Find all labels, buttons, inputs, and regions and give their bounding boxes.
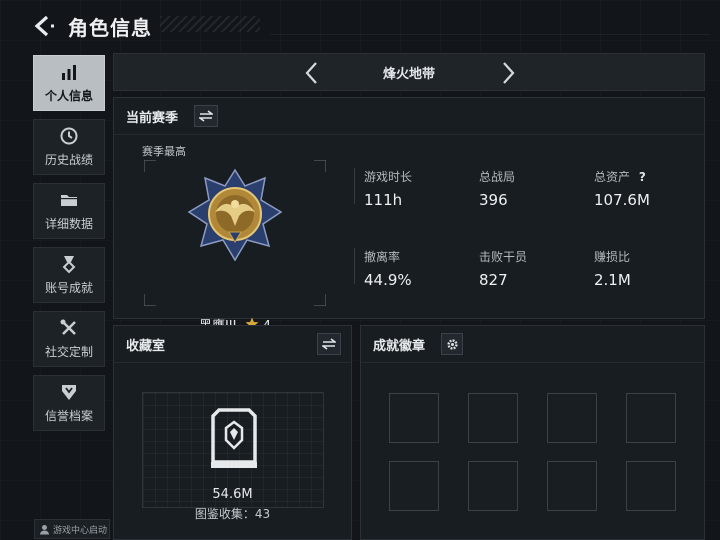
badge-slot[interactable] (468, 393, 518, 443)
tools-icon (60, 319, 76, 335)
divider (114, 362, 351, 363)
badge-slot[interactable] (547, 461, 597, 511)
stat-value: 111h (364, 191, 403, 209)
collection-title: 收藏室 (126, 339, 166, 354)
bar-chart-icon (62, 65, 76, 80)
sidebar-item-social[interactable]: 社交定制 (33, 311, 105, 367)
sidebar-item-label: 信誉档案 (44, 409, 93, 423)
stat-value: 827 (479, 271, 508, 289)
badge-slot[interactable] (547, 393, 597, 443)
sidebar-item-label: 个人信息 (44, 89, 93, 103)
stat-value: 2.1M (594, 271, 631, 289)
stat-label: 撤离率 (364, 250, 401, 264)
chevron-right-icon[interactable] (496, 60, 520, 86)
season-title: 当前赛季 (126, 111, 179, 126)
badge-slot[interactable] (626, 393, 676, 443)
stat-label: 总战局 (479, 170, 516, 184)
stat-label: 总资产 (594, 170, 631, 184)
display-case-icon (211, 408, 257, 468)
stat-label-line: 总资产 ? (594, 168, 704, 185)
stat-profit-loss-ratio: 赚损比 2.1M (594, 248, 704, 289)
sidebar-item-label: 历史战绩 (44, 153, 93, 167)
swap-collection-button[interactable] (317, 333, 341, 355)
stat-divider (354, 248, 356, 284)
stat-operators-defeated: 击败干员 827 (479, 248, 589, 289)
gear-icon (446, 338, 458, 350)
swap-season-button[interactable] (194, 105, 218, 127)
mode-selector: 烽火地带 (113, 53, 705, 91)
divider (361, 362, 704, 363)
stat-total-assets: 总资产 ? 107.6M (594, 168, 704, 209)
stat-total-matches: 总战局 396 (479, 168, 589, 209)
stat-divider (354, 168, 356, 204)
header: 角色信息 (0, 0, 720, 52)
stat-label: 游戏时长 (364, 170, 413, 184)
divider (114, 134, 704, 135)
rank-display: 黑鹰III 4 5437 (144, 160, 326, 350)
season-panel: 当前赛季 赛季最高 黑鹰III 4 543 (113, 97, 705, 350)
eagle-rank-medal-icon (187, 168, 283, 262)
header-divider (270, 34, 710, 35)
collection-count: 图鉴收集：43 (194, 507, 271, 521)
achievement-panel: 成就徽章 (360, 325, 705, 540)
stat-value: 44.9% (364, 271, 412, 289)
stat-extraction-rate: 撤离率 44.9% (364, 248, 474, 289)
stat-label: 击败干员 (479, 250, 528, 264)
stat-play-time: 游戏时长 111h (364, 168, 474, 209)
season-best-label: 赛季最高 (142, 145, 186, 158)
sidebar-item-label: 账号成就 (44, 281, 93, 295)
collection-value: 54.6M (212, 487, 253, 502)
mode-title: 烽火地带 (382, 67, 435, 82)
sidebar-item-detailed-data[interactable]: 详细数据 (33, 183, 105, 239)
badge-slot[interactable] (468, 461, 518, 511)
help-icon[interactable]: ? (639, 170, 646, 184)
folder-icon (61, 195, 77, 206)
sidebar-item-personal-info[interactable]: 个人信息 (33, 55, 105, 111)
badge-slot[interactable] (626, 461, 676, 511)
achievement-title: 成就徽章 (373, 339, 426, 354)
badge-slot[interactable] (389, 393, 439, 443)
history-icon (60, 127, 78, 145)
user-icon (40, 524, 49, 534)
back-arrow-icon[interactable] (30, 13, 56, 39)
badge-slot[interactable] (389, 461, 439, 511)
game-center-label: 游戏中心启动 (53, 525, 108, 536)
swap-icon (199, 110, 213, 122)
title-decoration (160, 16, 260, 32)
medal-icon (62, 256, 76, 274)
achievement-settings-button[interactable] (441, 333, 463, 355)
swap-icon (322, 338, 336, 350)
stat-value: 107.6M (594, 191, 650, 209)
shield-icon (62, 385, 76, 400)
sidebar-item-reputation[interactable]: 信誉档案 (33, 375, 105, 431)
stat-value: 396 (479, 191, 508, 209)
game-center-launch[interactable]: 游戏中心启动 (34, 519, 110, 539)
sidebar-item-label: 详细数据 (44, 217, 93, 231)
sidebar-item-achievements[interactable]: 账号成就 (33, 247, 105, 303)
page-title: 角色信息 (68, 16, 152, 40)
sidebar-item-label: 社交定制 (44, 345, 93, 359)
collection-panel: 收藏室 54.6M 图鉴收集：43 (113, 325, 352, 540)
sidebar-item-history[interactable]: 历史战绩 (33, 119, 105, 175)
stat-label: 赚损比 (594, 250, 631, 264)
